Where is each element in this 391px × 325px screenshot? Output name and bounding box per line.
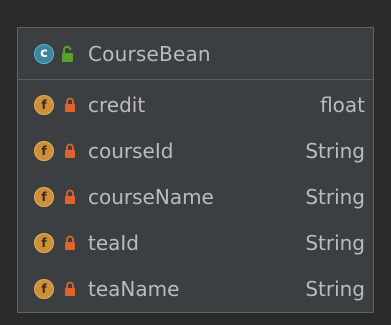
field-row-credit[interactable]: f credit float — [18, 82, 373, 128]
field-row-teaid[interactable]: f teaId String — [18, 220, 373, 266]
field-list: f credit float f courseId String f cours… — [18, 80, 373, 312]
field-icon: f — [34, 233, 54, 253]
class-node[interactable]: c CourseBean f credit float f courseId S… — [17, 27, 374, 313]
field-icon: f — [34, 141, 54, 161]
lock-icon — [65, 143, 75, 158]
field-name: courseId — [88, 139, 174, 163]
field-type: float — [320, 93, 365, 117]
field-icon: f — [34, 279, 54, 299]
class-icon: c — [34, 43, 54, 64]
field-name: courseName — [88, 185, 214, 209]
diagram-canvas: c CourseBean f credit float f courseId S… — [0, 0, 391, 325]
field-type: String — [305, 277, 365, 301]
field-type: String — [305, 139, 365, 163]
field-icon: f — [34, 187, 54, 207]
unlock-icon — [62, 45, 73, 62]
field-row-teaname[interactable]: f teaName String — [18, 266, 373, 312]
field-name: credit — [88, 93, 146, 117]
class-header[interactable]: c CourseBean — [18, 28, 373, 80]
field-name: teaId — [88, 231, 139, 255]
class-title: CourseBean — [88, 41, 211, 66]
lock-icon — [65, 281, 75, 296]
lock-icon — [65, 97, 75, 112]
field-icon: f — [34, 95, 54, 115]
field-row-courseid[interactable]: f courseId String — [18, 128, 373, 174]
field-type: String — [305, 185, 365, 209]
class-badge-letter: c — [40, 46, 48, 61]
field-row-coursename[interactable]: f courseName String — [18, 174, 373, 220]
lock-icon — [65, 189, 75, 204]
field-name: teaName — [88, 277, 180, 301]
lock-icon — [65, 235, 75, 250]
field-type: String — [305, 231, 365, 255]
